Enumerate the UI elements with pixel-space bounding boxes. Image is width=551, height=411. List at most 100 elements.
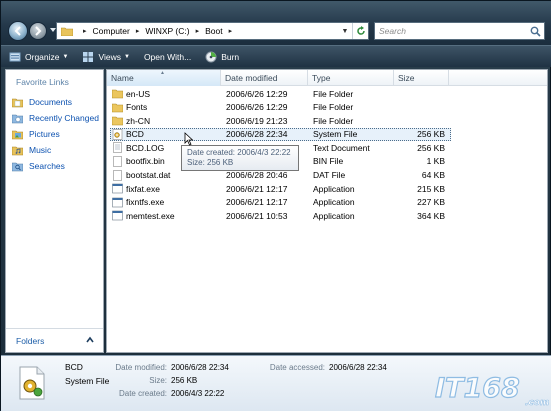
chevron-down-icon: ▼: [123, 53, 130, 60]
column-headers: Name ▲ Date modified Type Size: [107, 70, 547, 86]
chevron-right-icon[interactable]: ▸: [196, 27, 200, 35]
file-name: en-US: [126, 88, 151, 99]
file-row-memtest-exe[interactable]: memtest.exe 2006/6/21 10:53 Application …: [107, 209, 547, 223]
file-type: File Folder: [313, 115, 354, 126]
chevron-right-icon[interactable]: ▸: [136, 27, 140, 35]
breadcrumb-boot[interactable]: Boot: [205, 26, 223, 36]
chevron-right-icon[interactable]: ▸: [229, 27, 233, 35]
sort-ascending-icon: ▲: [160, 70, 165, 76]
details-date-accessed: 2006/6/28 22:34: [329, 363, 387, 372]
folders-label: Folders: [16, 335, 45, 346]
file-row-en-us[interactable]: en-US 2006/6/26 12:29 File Folder: [107, 87, 547, 101]
mouse-cursor-icon: [184, 132, 194, 146]
file-row-zh-cn[interactable]: zh-CN 2006/6/19 21:23 File Folder: [107, 114, 547, 128]
dat-file-icon: [113, 169, 122, 181]
bin-file-icon: [113, 156, 122, 167]
details-date-created: 2006/4/3 22:22: [171, 389, 225, 398]
file-row-bootfix-bin[interactable]: bootfix.bin BIN File 1 KB: [107, 155, 547, 169]
file-size: 256 KB: [417, 142, 445, 153]
file-name: zh-CN: [126, 115, 151, 126]
file-name: Fonts: [126, 102, 148, 113]
search-placeholder: Search: [379, 26, 406, 36]
favorite-link-recently-changed[interactable]: Recently Changed: [12, 110, 104, 126]
chevron-down-icon[interactable]: ▼: [338, 23, 352, 39]
file-date-modified: 2006/6/19 21:23: [226, 115, 288, 126]
chevron-up-icon: [86, 336, 94, 343]
breadcrumb-drive[interactable]: WINXP (C:): [145, 26, 189, 36]
column-header-size[interactable]: Size: [394, 70, 449, 86]
search-input[interactable]: Search: [374, 22, 545, 40]
pictures-icon: [12, 130, 23, 139]
favorite-link-label: Documents: [29, 97, 72, 107]
forward-button[interactable]: [29, 22, 47, 40]
details-date-created-label: Date created:: [118, 389, 167, 398]
favorite-link-searches[interactable]: Searches: [12, 158, 104, 174]
organize-icon: [9, 52, 21, 61]
refresh-button[interactable]: [352, 23, 368, 39]
recently-changed-icon: [12, 114, 23, 123]
views-label: Views: [98, 51, 121, 62]
favorite-links-heading: Favorite Links: [16, 77, 69, 87]
favorite-link-label: Music: [29, 145, 52, 155]
favorite-link-documents[interactable]: Documents: [12, 94, 104, 110]
search-icon[interactable]: [530, 26, 541, 37]
column-header-type[interactable]: Type: [308, 70, 394, 86]
burn-button[interactable]: Burn: [205, 51, 239, 63]
file-row-bcd[interactable]: BCD 2006/6/28 22:34 System File 256 KB: [107, 127, 547, 142]
file-type: File Folder: [313, 88, 354, 99]
documents-icon: [12, 98, 23, 107]
column-header-name[interactable]: Name ▲: [107, 70, 221, 86]
file-row-bcd-log[interactable]: BCD.LOG Text Document 256 KB: [107, 141, 547, 155]
file-type: Application: [313, 197, 355, 208]
file-date-modified: 2006/6/21 12:17: [226, 197, 288, 208]
details-date-modified: 2006/6/28 22:34: [171, 363, 229, 372]
address-bar[interactable]: ▸ Computer ▸ WINXP (C:) ▸ Boot ▸ ▼: [56, 22, 369, 40]
file-type: Text Document: [313, 142, 370, 153]
file-size: 364 KB: [417, 210, 445, 221]
file-tooltip: Date created: 2006/4/3 22:22 Size: 256 K…: [181, 145, 299, 171]
file-name: bootfix.bin: [126, 156, 165, 167]
file-date-modified: 2006/6/21 10:53: [226, 210, 288, 221]
views-button[interactable]: Views ▼: [82, 51, 130, 63]
file-type: DAT File: [313, 170, 346, 181]
file-name: bootstat.dat: [126, 170, 171, 181]
details-date-accessed-label: Date accessed:: [269, 363, 325, 372]
system-file-icon: [112, 128, 123, 140]
column-header-date-modified[interactable]: Date modified: [221, 70, 308, 86]
organize-button[interactable]: Organize ▼: [9, 51, 68, 63]
favorite-link-label: Pictures: [29, 129, 60, 139]
details-file-name: BCD: [65, 362, 83, 372]
file-name: fixfat.exe: [126, 183, 161, 194]
favorite-links-list: Documents Recently Changed Pictures Musi…: [12, 94, 104, 174]
refresh-icon: [356, 26, 365, 35]
file-row-fixfat-exe[interactable]: fixfat.exe 2006/6/21 12:17 Application 2…: [107, 182, 547, 196]
file-name: memtest.exe: [126, 210, 175, 221]
open-with-label: Open With...: [143, 51, 192, 62]
folder-icon: [112, 116, 123, 126]
favorite-link-label: Searches: [29, 161, 65, 171]
file-list: en-US 2006/6/26 12:29 File Folder Fonts …: [107, 87, 547, 223]
details-size: 256 KB: [171, 376, 198, 385]
file-date-modified: 2006/6/26 12:29: [226, 102, 288, 113]
favorite-link-pictures[interactable]: Pictures: [12, 126, 104, 142]
chevron-right-icon: ▸: [83, 28, 87, 35]
searches-icon: [12, 162, 23, 171]
it168-watermark-logo: IT168 .com: [434, 372, 549, 408]
column-header-size-label: Size: [398, 73, 415, 83]
application-icon: [112, 197, 123, 208]
column-header-date-label: Date modified: [225, 73, 278, 83]
file-row-fonts[interactable]: Fonts 2006/6/26 12:29 File Folder: [107, 101, 547, 115]
details-date-modified-label: Date modified:: [115, 363, 167, 372]
breadcrumb-computer[interactable]: Computer: [93, 26, 130, 36]
file-list-pane: Name ▲ Date modified Type Size en-US 200…: [106, 69, 548, 353]
text-file-icon: [113, 142, 122, 154]
file-row-bootstat-dat[interactable]: bootstat.dat 2006/6/28 20:46 DAT File 64…: [107, 169, 547, 183]
svg-text:.com: .com: [525, 398, 549, 408]
column-header-name-label: Name: [111, 73, 134, 83]
open-with-button[interactable]: Open With...: [144, 52, 191, 62]
file-row-fixntfs-exe[interactable]: fixntfs.exe 2006/6/21 12:17 Application …: [107, 196, 547, 210]
system-file-large-icon: [19, 366, 45, 400]
favorite-link-music[interactable]: Music: [12, 142, 104, 158]
folders-toggle[interactable]: Folders: [6, 328, 103, 352]
back-button[interactable]: [8, 21, 28, 41]
